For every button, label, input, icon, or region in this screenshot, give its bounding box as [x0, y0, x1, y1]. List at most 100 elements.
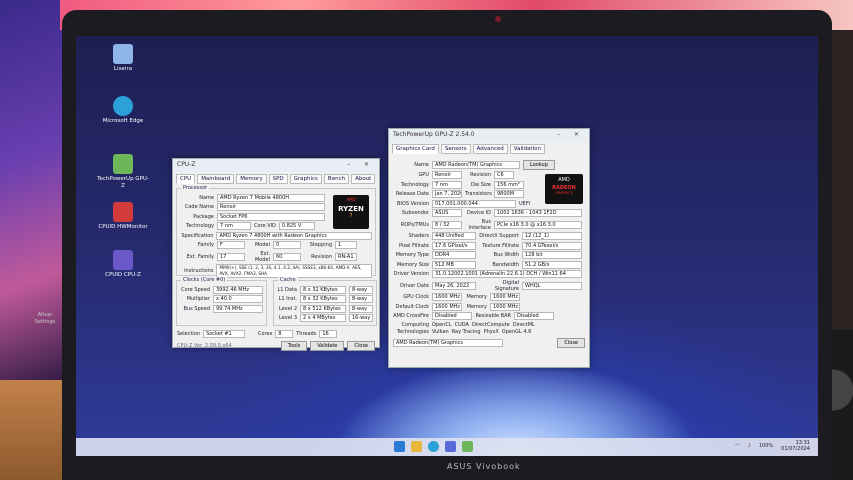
- computing-opencl: OpenCL: [432, 321, 452, 328]
- tab-graphics[interactable]: Graphics: [289, 174, 322, 184]
- clocks-cache-row: Clocks (Core #0) Core Speed 3992.46 MHz M…: [173, 277, 379, 328]
- field-label: Driver Date: [400, 282, 429, 289]
- tab-sensors[interactable]: Sensors: [440, 144, 471, 154]
- edge-taskbar-icon[interactable]: [428, 441, 439, 452]
- field-label: Bandwidth: [492, 261, 519, 268]
- field-label: Model: [254, 242, 270, 248]
- release-value: Jan 7, 2020: [432, 190, 462, 198]
- field-label: GPU: [418, 172, 429, 178]
- tab-memory[interactable]: Memory: [236, 174, 267, 184]
- gpuclock-value: 1600 MHz: [432, 293, 462, 301]
- window-controls[interactable]: – ✕: [557, 131, 585, 138]
- bus-value: PCIe x16 3.0 @ x16 3.0: [494, 220, 582, 229]
- volume-icon[interactable]: ♪: [748, 443, 751, 449]
- transistors-value: 9800M: [494, 190, 524, 198]
- rops-value: 8 / 32: [432, 220, 462, 229]
- field-label: Level 2: [279, 305, 297, 312]
- gpuz-titlebar[interactable]: TechPowerUp GPU-Z 2.54.0 – ✕: [389, 129, 589, 142]
- memsize-value: 512 MB: [432, 260, 476, 269]
- wifi-icon[interactable]: ◠: [735, 443, 739, 449]
- tab-about[interactable]: About: [351, 174, 376, 184]
- extmodel-value: 60: [273, 252, 301, 261]
- lookup-button[interactable]: Lookup: [523, 159, 555, 170]
- tab-mainboard[interactable]: Mainboard: [197, 174, 235, 184]
- socket-select[interactable]: Socket #1: [203, 329, 246, 338]
- tools-button[interactable]: Tools: [280, 341, 308, 351]
- crossfire-value: Disabled: [432, 312, 472, 320]
- gpuz-taskbar-icon[interactable]: [462, 441, 473, 452]
- field-label: Technology: [400, 181, 429, 188]
- l1i-way: 8-way: [349, 295, 373, 303]
- close-button[interactable]: Close: [347, 341, 375, 351]
- gpu-name-value: AMD Radeon(TM) Graphics: [432, 160, 520, 169]
- l1d-value: 8 x 32 KBytes: [300, 285, 346, 294]
- start-icon[interactable]: [394, 441, 405, 452]
- group-title: Cache: [278, 277, 298, 283]
- field-label: Memory Size: [396, 261, 429, 268]
- edge-icon: [113, 96, 133, 116]
- uefi-checkbox[interactable]: UEFI: [519, 201, 530, 207]
- cpuz-footer: CPU-Z Ver. 2.09.0.x64 Tools Validate Clo…: [173, 339, 379, 353]
- revision-value: RN-A1: [335, 252, 357, 261]
- battery-level[interactable]: 100%: [759, 443, 773, 449]
- field-label: Cores: [258, 330, 273, 337]
- default-memory-value: 1600 MHz: [490, 302, 520, 311]
- l3-way: 16-way: [349, 314, 373, 322]
- cpuz-titlebar[interactable]: CPU-Z – ✕: [173, 159, 379, 172]
- package-value: Socket FP6: [217, 212, 325, 221]
- field-label: Package: [193, 213, 214, 220]
- deviceid-value: 1002 1636 - 1043 1F2D: [494, 209, 582, 217]
- desktop-icon-hwmonitor[interactable]: CPUID HWMonitor: [96, 202, 150, 231]
- tab-graphics-card[interactable]: Graphics Card: [392, 144, 439, 154]
- tab-bench[interactable]: Bench: [323, 174, 350, 184]
- tab-spd[interactable]: SPD: [268, 174, 288, 184]
- window-controls[interactable]: – ✕: [347, 161, 375, 168]
- desktop-icon-recycle-bin[interactable]: Lixeira: [96, 44, 150, 73]
- webcam: [495, 16, 501, 22]
- field-label: Bus Interface: [468, 218, 491, 231]
- field-label: Subvendor: [401, 210, 429, 216]
- threads-value: 16: [319, 329, 338, 338]
- tab-advanced[interactable]: Advanced: [472, 144, 508, 154]
- desktop-icon-cpuz[interactable]: CPUID CPU-Z: [96, 250, 150, 279]
- desktop-icon-label: Lixeira: [113, 66, 133, 72]
- l1d-way: 8-way: [349, 285, 373, 294]
- field-label: Code Name: [184, 204, 214, 210]
- clock[interactable]: 13:31 01/07/2024: [781, 440, 810, 452]
- desktop-icon-gpuz[interactable]: TechPowerUp GPU-Z: [96, 154, 150, 190]
- pixel-value: 17.6 GPixel/s: [432, 241, 476, 250]
- subvendor-value: ASUS: [432, 209, 462, 217]
- amd-radeon-logo: AMD RADEON GRAPHICS: [545, 174, 583, 204]
- recycle-bin-icon: [113, 44, 133, 64]
- field-label: Default Clock: [395, 303, 429, 310]
- tab-cpu[interactable]: CPU: [176, 174, 196, 184]
- bandwidth-value: 51.2 GB/s: [522, 260, 582, 269]
- family-value: F: [217, 241, 245, 249]
- tab-validation[interactable]: Validation: [509, 144, 545, 154]
- field-label: Level 3: [279, 315, 297, 321]
- badge-text: RYZEN: [338, 205, 364, 213]
- desktop-icon-edge[interactable]: Microsoft Edge: [96, 96, 150, 125]
- instructions-value: MMX(+), SSE (1, 2, 3, 3S, 4.1, 4.2, 4A),…: [216, 264, 372, 278]
- gpu-select[interactable]: AMD Radeon(TM) Graphics: [393, 339, 503, 347]
- file-explorer-icon[interactable]: [411, 441, 422, 452]
- computing-directcompute: DirectCompute: [471, 321, 510, 328]
- desktop-icon-label: CPUID CPU-Z: [105, 272, 141, 278]
- buswidth-value: 128 bit: [522, 251, 582, 259]
- field-label: Multiplier: [186, 296, 210, 302]
- l2-way: 8-way: [349, 304, 373, 313]
- gpuz-tabs: Graphics Card Sensors Advanced Validatio…: [389, 142, 589, 156]
- field-label: Digital Signature: [494, 279, 519, 292]
- store-icon[interactable]: [445, 441, 456, 452]
- close-button[interactable]: Close: [557, 338, 585, 348]
- field-label: Technology: [185, 223, 214, 229]
- tech-raytracing: Ray Tracing: [451, 329, 481, 335]
- field-label: Specification: [181, 232, 214, 239]
- l1i-value: 8 x 32 KBytes: [300, 295, 346, 303]
- field-label: AMD CrossFire: [393, 313, 429, 319]
- validate-button[interactable]: Validate: [310, 341, 345, 351]
- selection-row: Selection Socket #1 Cores 8 Threads 16: [173, 329, 379, 338]
- gpuz-window[interactable]: TechPowerUp GPU-Z 2.54.0 – ✕ Graphics Ca…: [388, 128, 590, 368]
- cpuz-window[interactable]: CPU-Z – ✕ CPU Mainboard Memory SPD Graph…: [172, 158, 380, 351]
- gpuz-icon: [113, 154, 133, 174]
